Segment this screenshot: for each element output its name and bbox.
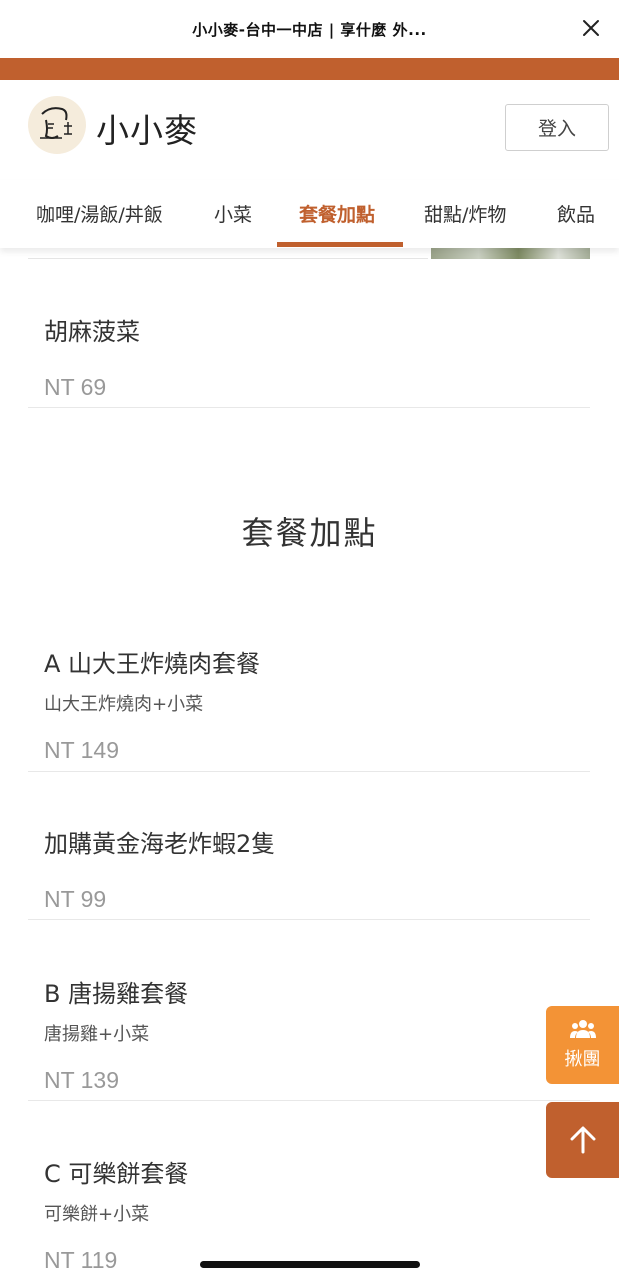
chef-face-icon — [40, 107, 72, 139]
tab-side-dishes[interactable]: 小菜 — [214, 200, 252, 227]
menu-item-price: NT 69 — [44, 374, 107, 400]
back-to-top-button[interactable] — [546, 1102, 619, 1178]
menu-item-price: NT 149 — [44, 737, 120, 763]
group-order-label: 揪團 — [564, 1049, 601, 1070]
section-title: 套餐加點 — [241, 514, 378, 552]
menu-item-name[interactable]: 胡麻菠菜 — [44, 312, 140, 347]
menu-item-price: NT 139 — [44, 1067, 120, 1093]
tab-curry-rice[interactable]: 咖哩/湯飯/丼飯 — [36, 200, 163, 227]
menu-item-description: 山大王炸燒肉+小菜 — [44, 694, 204, 715]
webview-title: 小小麥-台中一中店 | 享什麼 外... — [192, 20, 427, 39]
group-order-button[interactable]: 揪團 — [546, 1006, 619, 1084]
active-tab-indicator — [277, 242, 403, 247]
brand-logo[interactable] — [28, 96, 86, 154]
home-indicator — [200, 1261, 420, 1268]
menu-item-price: NT 99 — [44, 886, 107, 912]
menu-item-name[interactable]: A 山大王炸燒肉套餐 — [44, 644, 260, 679]
menu-item-price: NT 119 — [44, 1247, 118, 1273]
login-button[interactable]: 登入 — [505, 104, 609, 151]
tab-desserts-fried[interactable]: 甜點/炸物 — [424, 200, 506, 227]
close-button[interactable] — [577, 14, 605, 42]
menu-item-image[interactable] — [431, 248, 590, 259]
divider — [28, 919, 590, 920]
menu-item-description: 唐揚雞+小菜 — [44, 1024, 150, 1045]
divider — [28, 771, 590, 772]
divider — [28, 407, 590, 408]
divider — [28, 1100, 590, 1101]
brand-name[interactable]: 小小麥 — [96, 104, 198, 152]
tab-drinks[interactable]: 飲品 — [557, 200, 595, 227]
group-people-icon — [569, 1020, 596, 1038]
accent-strip — [0, 58, 619, 80]
menu-item-description: 可樂餅+小菜 — [44, 1204, 150, 1225]
menu-item-name[interactable]: C 可樂餅套餐 — [44, 1154, 188, 1189]
tab-set-addons[interactable]: 套餐加點 — [299, 200, 375, 227]
close-icon — [583, 20, 599, 36]
arrow-up-icon — [570, 1126, 595, 1154]
divider — [28, 258, 428, 259]
menu-item-name[interactable]: 加購黃金海老炸蝦2隻 — [44, 824, 275, 859]
webview-title-bar: 小小麥-台中一中店 | 享什麼 外... — [0, 0, 619, 58]
menu-item-name[interactable]: B 唐揚雞套餐 — [44, 974, 188, 1009]
category-tabs: 咖哩/湯飯/丼飯 小菜 套餐加點 甜點/炸物 飲品 — [0, 180, 619, 248]
